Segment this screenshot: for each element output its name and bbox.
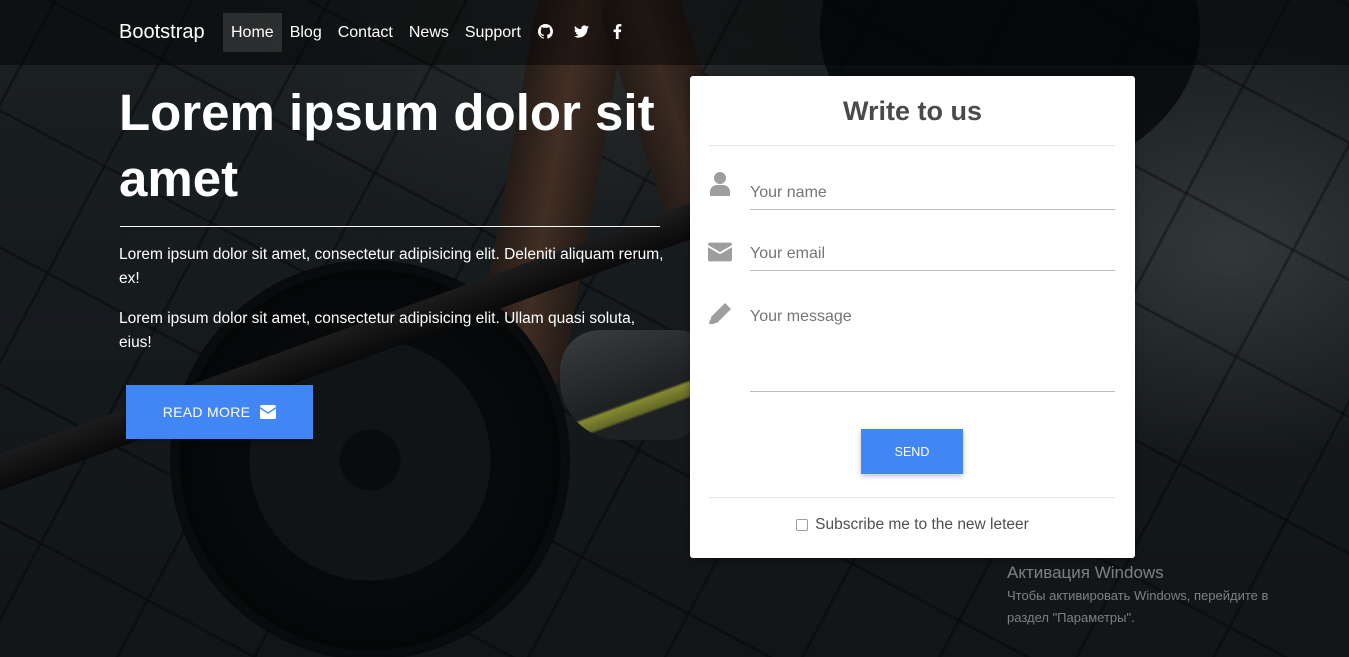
twitter-icon[interactable] xyxy=(573,22,589,40)
navbar: Bootstrap Home Blog Contact News Support xyxy=(0,0,1349,65)
subscribe-checkbox[interactable] xyxy=(796,519,809,531)
subscribe-label: Subscribe me to the new leteer xyxy=(815,516,1029,533)
nav-link-contact[interactable]: Contact xyxy=(330,13,401,52)
user-icon xyxy=(708,172,732,196)
contact-form-card: Write to us SEND Subscribe me to the new… xyxy=(690,76,1135,558)
form-footer-divider xyxy=(709,497,1115,498)
nav-link-home[interactable]: Home xyxy=(223,13,282,52)
email-input[interactable] xyxy=(750,238,1115,271)
hero-divider xyxy=(120,226,660,227)
hero-paragraph-1: Lorem ipsum dolor sit amet, consectetur … xyxy=(119,246,664,287)
nav-link-support[interactable]: Support xyxy=(457,13,529,52)
name-input[interactable] xyxy=(750,176,1115,210)
github-icon[interactable] xyxy=(537,22,553,40)
read-more-label: READ MORE xyxy=(162,404,251,420)
watermark-line-2: Чтобы активировать Windows, перейдите в xyxy=(1007,588,1269,603)
form-title-divider xyxy=(709,145,1115,146)
envelope-icon xyxy=(260,405,277,419)
read-more-button[interactable]: READ MORE xyxy=(126,385,313,439)
message-input[interactable] xyxy=(750,306,1115,392)
pencil-icon xyxy=(708,302,732,326)
facebook-icon[interactable] xyxy=(609,22,625,40)
social-links xyxy=(537,22,625,40)
nav-link-news[interactable]: News xyxy=(401,13,457,52)
form-title: Write to us xyxy=(842,96,982,126)
hero-title: Lorem ipsum dolor sit amet xyxy=(119,84,655,207)
watermark-line-3: раздел "Параметры". xyxy=(1007,610,1135,625)
brand-logo[interactable]: Bootstrap xyxy=(119,21,205,44)
envelope-icon xyxy=(708,240,732,264)
nav-link-blog[interactable]: Blog xyxy=(282,13,330,52)
hero-paragraph-2: Lorem ipsum dolor sit amet, consectetur … xyxy=(119,310,636,351)
nav-links: Home Blog Contact News Support xyxy=(223,13,529,52)
send-button[interactable]: SEND xyxy=(861,429,963,474)
watermark-title: Активация Windows xyxy=(1007,563,1164,582)
subscribe-option[interactable]: Subscribe me to the new leteer xyxy=(690,516,1135,534)
windows-activation-watermark: Активация Windows Чтобы активировать Win… xyxy=(1007,562,1268,628)
